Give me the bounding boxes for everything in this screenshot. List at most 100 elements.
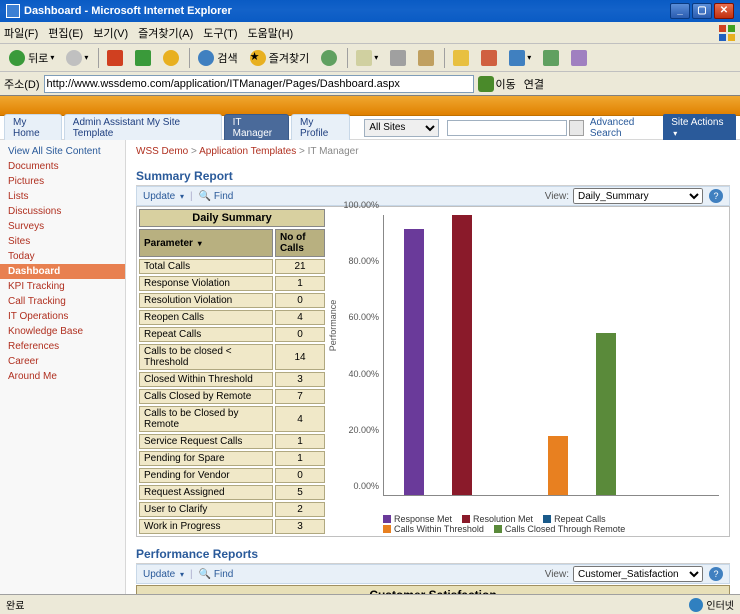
nav-item-pictures[interactable]: Pictures	[0, 174, 125, 189]
nav-item-knowledge-base[interactable]: Knowledge Base	[0, 324, 125, 339]
tool-button-4[interactable]	[538, 47, 564, 69]
windows-logo-icon	[718, 24, 736, 42]
advanced-search-link[interactable]: Advanced Search	[590, 117, 663, 139]
perf-title: Performance Reports	[136, 545, 730, 564]
tool-button-3[interactable]: ▾	[504, 47, 536, 69]
tab-it-manager[interactable]: IT Manager	[224, 114, 289, 142]
nav-item-call-tracking[interactable]: Call Tracking	[0, 294, 125, 309]
site-actions-button[interactable]: Site Actions ▾	[663, 114, 736, 142]
ie-icon	[6, 4, 20, 18]
search-button[interactable]: 검색	[193, 47, 242, 69]
bc-wss[interactable]: WSS Demo	[136, 146, 188, 157]
nav-view-all[interactable]: View All Site Content	[0, 144, 125, 159]
menu-file[interactable]: 파일(F)	[4, 25, 38, 41]
satisfaction-table: Customer Satisfaction MonthJanFebMarAprM…	[136, 585, 730, 594]
minimize-button[interactable]: _	[670, 3, 690, 19]
summary-toolbar: Update ▾ | 🔍 Find View: Daily_Summary ?	[136, 186, 730, 206]
nav-item-surveys[interactable]: Surveys	[0, 219, 125, 234]
nav-item-documents[interactable]: Documents	[0, 159, 125, 174]
table-row: Resolution Violation0	[139, 293, 325, 308]
nav-item-career[interactable]: Career	[0, 354, 125, 369]
help-icon-2[interactable]: ?	[709, 567, 723, 581]
table-row: Work in Progress3	[139, 519, 325, 534]
nav-item-discussions[interactable]: Discussions	[0, 204, 125, 219]
find-button-2[interactable]: 🔍 Find	[199, 569, 234, 580]
menu-view[interactable]: 보기(V)	[93, 25, 128, 41]
col-calls[interactable]: No of Calls	[275, 229, 325, 257]
forward-button[interactable]: ▾	[61, 47, 93, 69]
view-select-summary[interactable]: Daily_Summary	[573, 188, 703, 204]
nav-item-today[interactable]: Today	[0, 249, 125, 264]
stop-button[interactable]	[102, 47, 128, 69]
status-bar: 완료 인터넷	[0, 594, 740, 614]
back-button[interactable]: 뒤로▾	[4, 47, 59, 69]
go-icon[interactable]	[478, 76, 494, 92]
link-label[interactable]: 연결	[524, 76, 544, 92]
history-button[interactable]	[316, 47, 342, 69]
menu-fav[interactable]: 즐겨찾기(A)	[138, 25, 193, 41]
favorites-button[interactable]: ★ 즐겨찾기	[245, 47, 315, 69]
left-nav: View All Site Content DocumentsPicturesL…	[0, 140, 126, 594]
tool-button-1[interactable]	[448, 47, 474, 69]
chart-ylabel: Performance	[328, 299, 338, 351]
status-text: 완료	[6, 597, 24, 612]
menu-tools[interactable]: 도구(T)	[203, 25, 237, 41]
mail-button[interactable]: ▾	[351, 47, 383, 69]
bar-calls-closed-through-remote	[596, 333, 616, 495]
tab-my-home[interactable]: My Home	[4, 114, 62, 142]
table-row: User to Clarify2	[139, 502, 325, 517]
daily-table-title: Daily Summary	[139, 209, 325, 227]
nav-item-around-me[interactable]: Around Me	[0, 369, 125, 384]
menu-edit[interactable]: 편집(E)	[48, 25, 83, 41]
bc-current: IT Manager	[308, 146, 359, 157]
search-icon[interactable]	[569, 120, 584, 136]
sharepoint-nav: My Home Admin Assistant My Site Template…	[0, 116, 740, 140]
globe-icon	[689, 598, 703, 612]
sites-select[interactable]: All Sites	[364, 119, 439, 137]
daily-table: Daily Summary Parameter ▾No of Calls Tot…	[137, 207, 327, 536]
go-label[interactable]: 이동	[496, 76, 516, 92]
breadcrumb: WSS Demo > Application Templates > IT Ma…	[136, 146, 730, 157]
nav-item-it-operations[interactable]: IT Operations	[0, 309, 125, 324]
view-select-perf[interactable]: Customer_Satisfaction	[573, 566, 703, 582]
perf-toolbar: Update ▾ | 🔍 Find View: Customer_Satisfa…	[136, 564, 730, 584]
window-title: Dashboard - Microsoft Internet Explorer	[24, 5, 232, 17]
refresh-button[interactable]	[130, 47, 156, 69]
bc-apps[interactable]: Application Templates	[199, 146, 296, 157]
nav-item-sites[interactable]: Sites	[0, 234, 125, 249]
tab-my-profile[interactable]: My Profile	[291, 114, 350, 142]
summary-title: Summary Report	[136, 167, 730, 186]
table-row: Repeat Calls0	[139, 327, 325, 342]
menubar: 파일(F) 편집(E) 보기(V) 즐겨찾기(A) 도구(T) 도움말(H)	[0, 22, 740, 44]
search-input[interactable]	[447, 120, 567, 136]
tool-button-5[interactable]	[566, 47, 592, 69]
find-button[interactable]: 🔍 Find	[199, 191, 234, 202]
nav-item-references[interactable]: References	[0, 339, 125, 354]
update-button-2[interactable]: Update ▾	[143, 569, 184, 580]
view-label-2: View:	[545, 569, 569, 580]
print-button[interactable]	[385, 47, 411, 69]
menu-help[interactable]: 도움말(H)	[248, 25, 294, 41]
view-label: View:	[545, 191, 569, 202]
summary-chart: Performance 0.00%20.00%40.00%60.00%80.00…	[327, 207, 729, 536]
table-row: Reopen Calls4	[139, 310, 325, 325]
col-parameter[interactable]: Parameter ▾	[139, 229, 273, 257]
help-icon[interactable]: ?	[709, 189, 723, 203]
tab-admin[interactable]: Admin Assistant My Site Template	[64, 114, 222, 142]
close-button[interactable]: ✕	[714, 3, 734, 19]
nav-item-dashboard[interactable]: Dashboard	[0, 264, 125, 279]
maximize-button[interactable]: ▢	[692, 3, 712, 19]
nav-item-lists[interactable]: Lists	[0, 189, 125, 204]
titlebar: Dashboard - Microsoft Internet Explorer …	[0, 0, 740, 22]
tool-button-2[interactable]	[476, 47, 502, 69]
bar-calls-within-threshold	[548, 436, 568, 495]
table-row: Calls to be Closed by Remote4	[139, 406, 325, 432]
home-button[interactable]	[158, 47, 184, 69]
address-input[interactable]	[44, 75, 474, 93]
bar-resolution-met	[452, 215, 472, 495]
nav-item-kpi-tracking[interactable]: KPI Tracking	[0, 279, 125, 294]
table-row: Total Calls21	[139, 259, 325, 274]
edit-button[interactable]	[413, 47, 439, 69]
update-button[interactable]: Update ▾	[143, 191, 184, 202]
table-row: Calls to be closed < Threshold14	[139, 344, 325, 370]
